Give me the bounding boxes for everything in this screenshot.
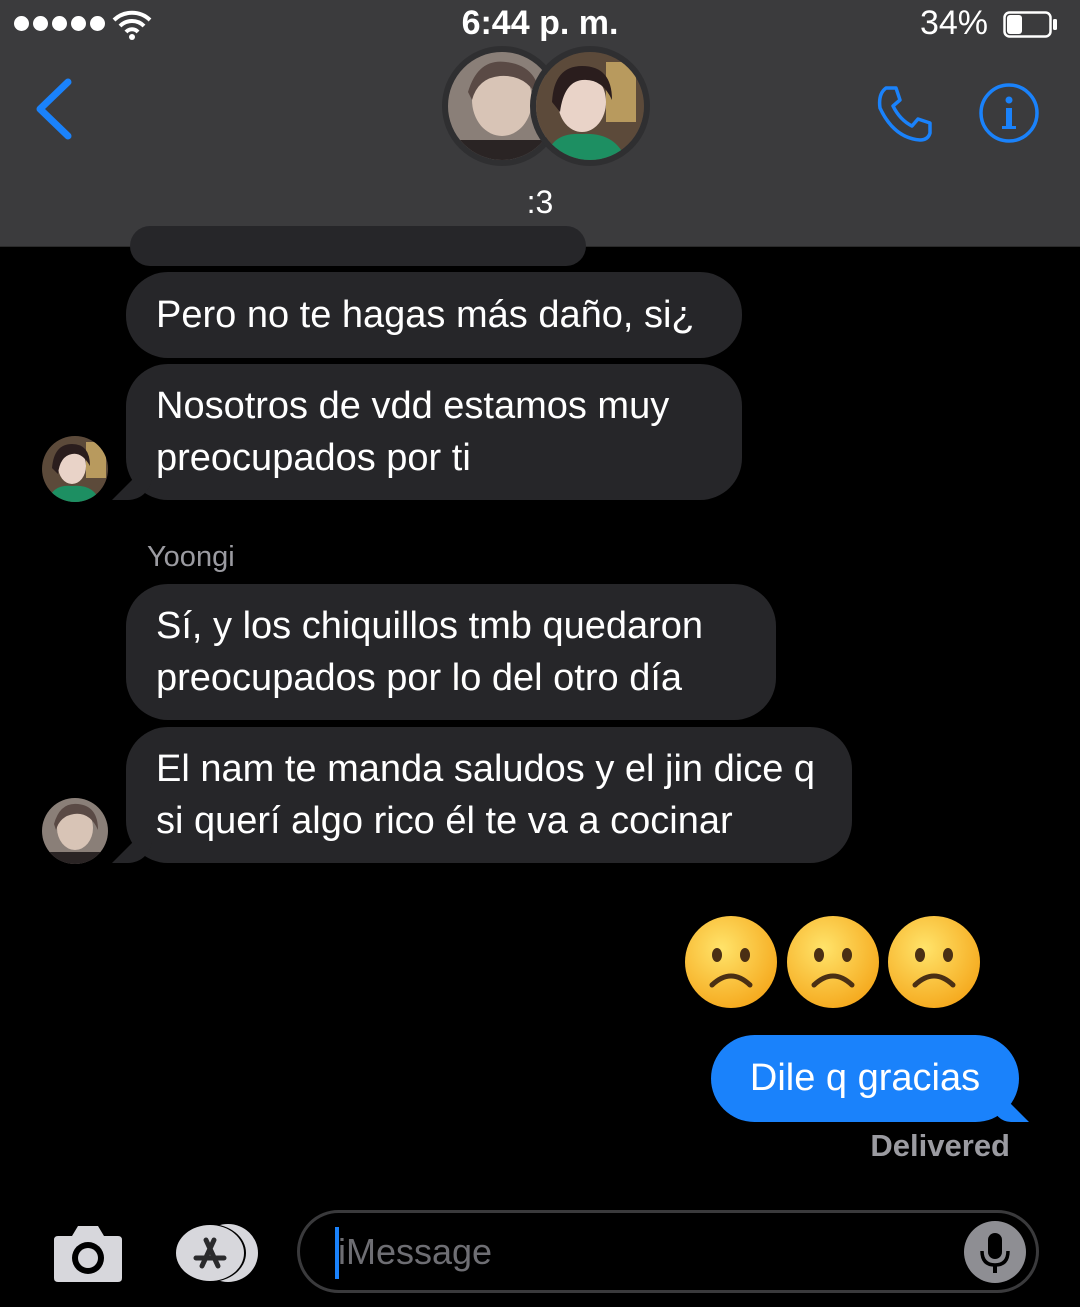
- phone-icon[interactable]: [872, 82, 936, 146]
- sent-message-text: Dile q gracias: [749, 1057, 981, 1099]
- status-bar: 6:44 p. m. 34%: [0, 0, 1080, 52]
- message-bubble[interactable]: Nosotros de vdd estamos muy preocupados …: [112, 364, 742, 500]
- microphone-button[interactable]: [964, 1221, 1026, 1283]
- sent-message-bubble[interactable]: Dile q gracias: [711, 1035, 1029, 1122]
- message-bubble-clipped: [130, 226, 586, 266]
- sender-avatar[interactable]: [42, 436, 108, 502]
- frowning-face-icon: [787, 916, 879, 1008]
- app-store-icon[interactable]: [172, 1222, 260, 1284]
- message-text: El nam te manda saludos y el jin dice q …: [156, 748, 816, 842]
- message-text: Sí, y los chiquillos tmb quedaron preocu…: [156, 605, 704, 699]
- delivery-status: Delivered: [870, 1128, 1010, 1163]
- sender-avatar[interactable]: [42, 798, 108, 864]
- frowning-face-icon: [685, 916, 777, 1008]
- microphone-icon: [980, 1233, 1010, 1273]
- frowning-face-icon: [888, 916, 980, 1008]
- conversation-header: 6:44 p. m. 34%:3: [0, 0, 1080, 247]
- battery-percentage: 34%: [919, 4, 988, 42]
- status-time: 6:44 p. m.: [461, 4, 619, 42]
- imessage-input[interactable]: [338, 1227, 938, 1277]
- imessage-input-container[interactable]: [297, 1210, 1039, 1293]
- group-avatar-member[interactable]: [530, 46, 650, 166]
- message-text: Nosotros de vdd estamos muy preocupados …: [156, 385, 670, 479]
- sender-name: Yoongi: [147, 541, 235, 573]
- conversation-title[interactable]: :3: [0, 184, 1080, 221]
- info-icon[interactable]: [978, 82, 1040, 144]
- back-chevron-icon[interactable]: [32, 78, 76, 140]
- message-text: Pero no te hagas más daño, si¿: [156, 294, 695, 336]
- message-bubble[interactable]: Sí, y los chiquillos tmb quedaron preocu…: [126, 584, 776, 720]
- message-bubble[interactable]: Pero no te hagas más daño, si¿: [126, 272, 742, 358]
- camera-icon[interactable]: [52, 1222, 124, 1284]
- battery-icon: [1003, 11, 1057, 38]
- message-bubble[interactable]: El nam te manda saludos y el jin dice q …: [112, 727, 852, 863]
